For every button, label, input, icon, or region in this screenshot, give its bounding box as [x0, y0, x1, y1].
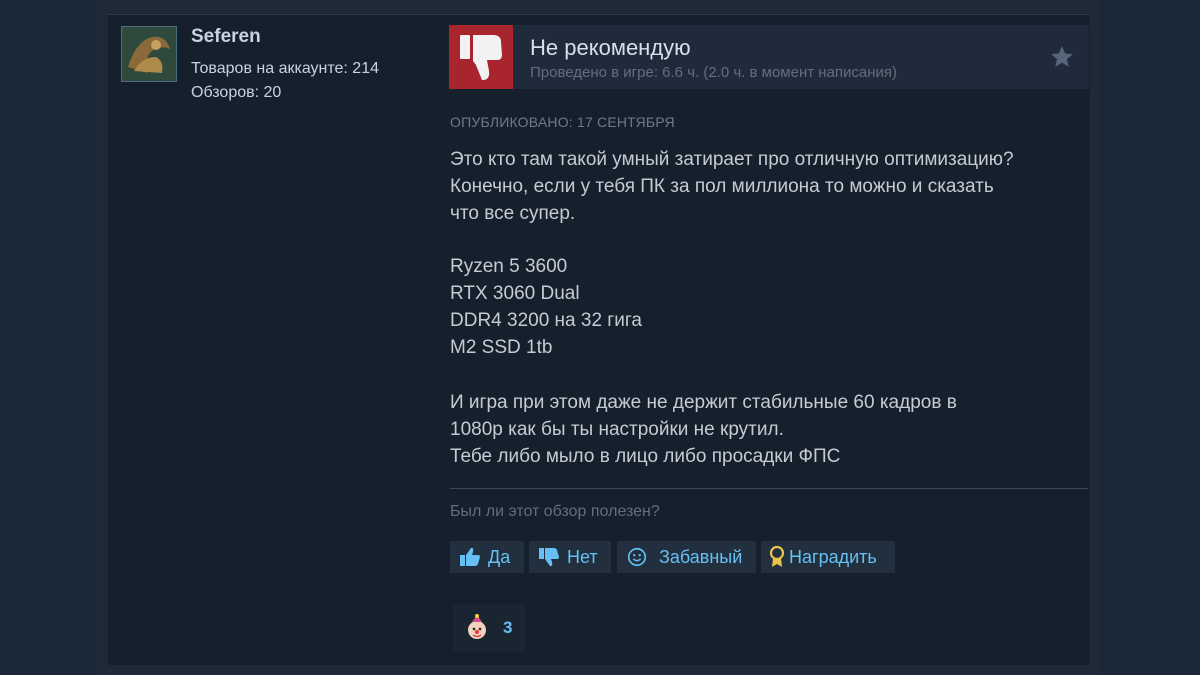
review-line: Конечно, если у тебя ПК за пол миллиона … [450, 176, 994, 197]
review-line: DDR4 3200 на 32 гига [450, 310, 642, 331]
review-paragraph-2: Ryzen 5 3600 RTX 3060 Dual DDR4 3200 на … [450, 253, 1080, 361]
smiley-icon [627, 547, 647, 567]
helpful-question: Был ли этот обзор полезен? [450, 503, 660, 520]
thumb-down-badge [449, 25, 513, 89]
funny-label: Забавный [659, 546, 743, 567]
review-line: Тебе либо мыло в лицо либо просадки ФПС [450, 446, 841, 467]
divider [450, 488, 1088, 489]
award-ribbon-icon [769, 545, 785, 567]
award-chip[interactable]: 3 [453, 604, 525, 652]
review-line: И игра при этом даже не держит стабильны… [450, 392, 957, 413]
review-verdict: Не рекомендую [530, 35, 691, 60]
award-button[interactable]: Наградить [761, 541, 895, 573]
review-line: M2 SSD 1tb [450, 337, 553, 358]
avatar-image [122, 27, 176, 81]
helpful-no-button[interactable]: Нет [529, 541, 611, 573]
thumbs-down-icon [539, 548, 559, 567]
review-line: Это кто там такой умный затирает про отл… [450, 149, 1014, 170]
star-icon[interactable] [1049, 44, 1075, 70]
review-verdict-header: Не рекомендую Проведено в игре: 6.6 ч. (… [449, 25, 1089, 89]
reviewer-products-count[interactable]: Товаров на аккаунте: 214 [191, 60, 379, 78]
playtime: Проведено в игре: 6.6 ч. (2.0 ч. в момен… [530, 64, 898, 81]
reviewer-reviews-count[interactable]: Обзоров: 20 [191, 84, 281, 102]
thumbs-down-icon [460, 35, 502, 80]
review-paragraph-1: Это кто там такой умный затирает про отл… [450, 146, 1080, 227]
review-line: 1080p как бы ты настройки не крутил. [450, 419, 784, 440]
award-clown-icon [468, 614, 486, 639]
review-line: RTX 3060 Dual [450, 283, 580, 304]
helpful-yes-button[interactable]: Да [450, 541, 524, 573]
posted-date: ОПУБЛИКОВАНО: 17 СЕНТЯБРЯ [450, 114, 675, 130]
review-paragraph-3: И игра при этом даже не держит стабильны… [450, 389, 1080, 470]
reviewer-name[interactable]: Seferen [191, 26, 261, 48]
award-count: 3 [503, 618, 513, 637]
yes-label: Да [488, 546, 511, 567]
no-label: Нет [567, 546, 598, 567]
review-line: Ryzen 5 3600 [450, 256, 568, 277]
award-label: Наградить [789, 546, 877, 567]
avatar[interactable] [121, 26, 177, 82]
funny-button[interactable]: Забавный [617, 541, 756, 573]
thumbs-up-icon [460, 547, 480, 566]
review-line: что все супер. [450, 203, 576, 224]
